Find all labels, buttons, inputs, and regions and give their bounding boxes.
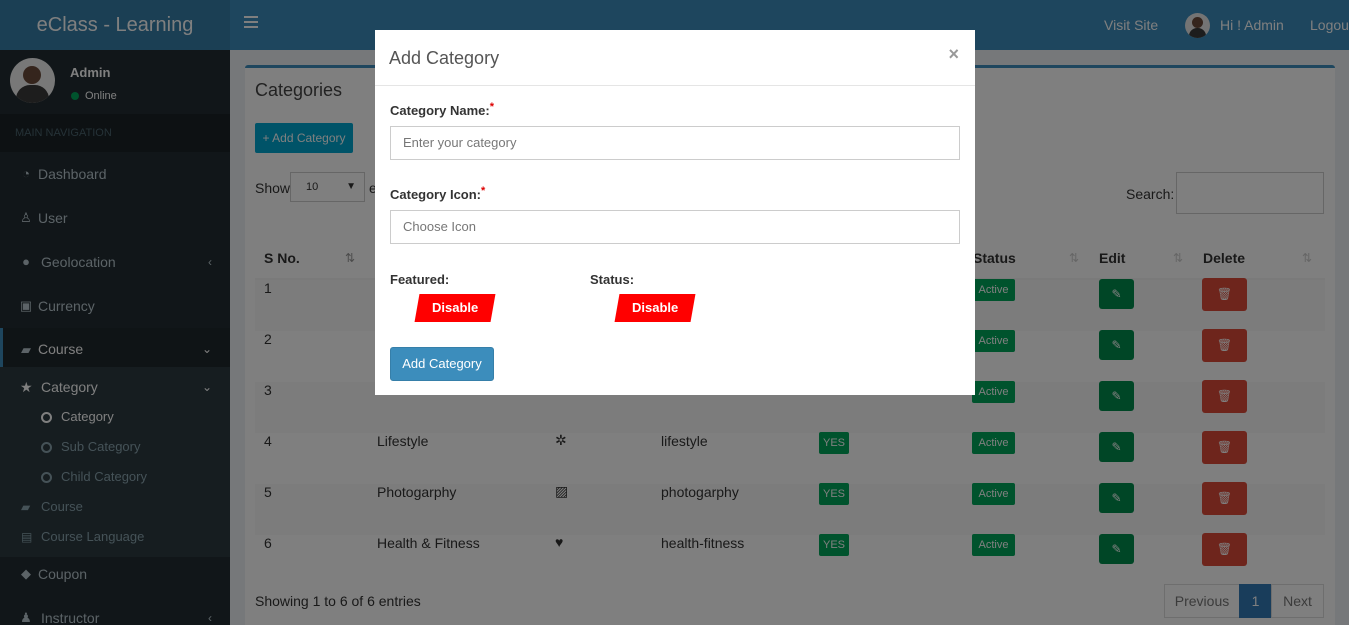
category-name-input[interactable]: Enter your category: [390, 126, 960, 160]
category-icon-label: Category Icon:*: [390, 185, 486, 202]
modal-title: Add Category: [389, 48, 500, 68]
category-name-label: Category Name:*: [390, 101, 494, 118]
status-label: Status:: [590, 272, 635, 287]
featured-label: Featured:: [390, 272, 450, 287]
category-icon-input[interactable]: Choose Icon: [390, 210, 960, 244]
required-mark: *: [489, 101, 494, 113]
close-icon[interactable]: ×: [948, 44, 959, 65]
modal-divider: [375, 85, 975, 86]
status-toggle[interactable]: Disable: [614, 294, 696, 322]
featured-toggle[interactable]: Disable: [414, 294, 496, 322]
status-toggle-text: Disable: [631, 300, 679, 315]
required-mark: *: [481, 185, 486, 197]
add-category-submit-button[interactable]: Add Category: [390, 347, 494, 381]
add-category-modal: Add Category × Category Name:* Enter you…: [375, 30, 975, 395]
featured-toggle-text: Disable: [431, 300, 479, 315]
